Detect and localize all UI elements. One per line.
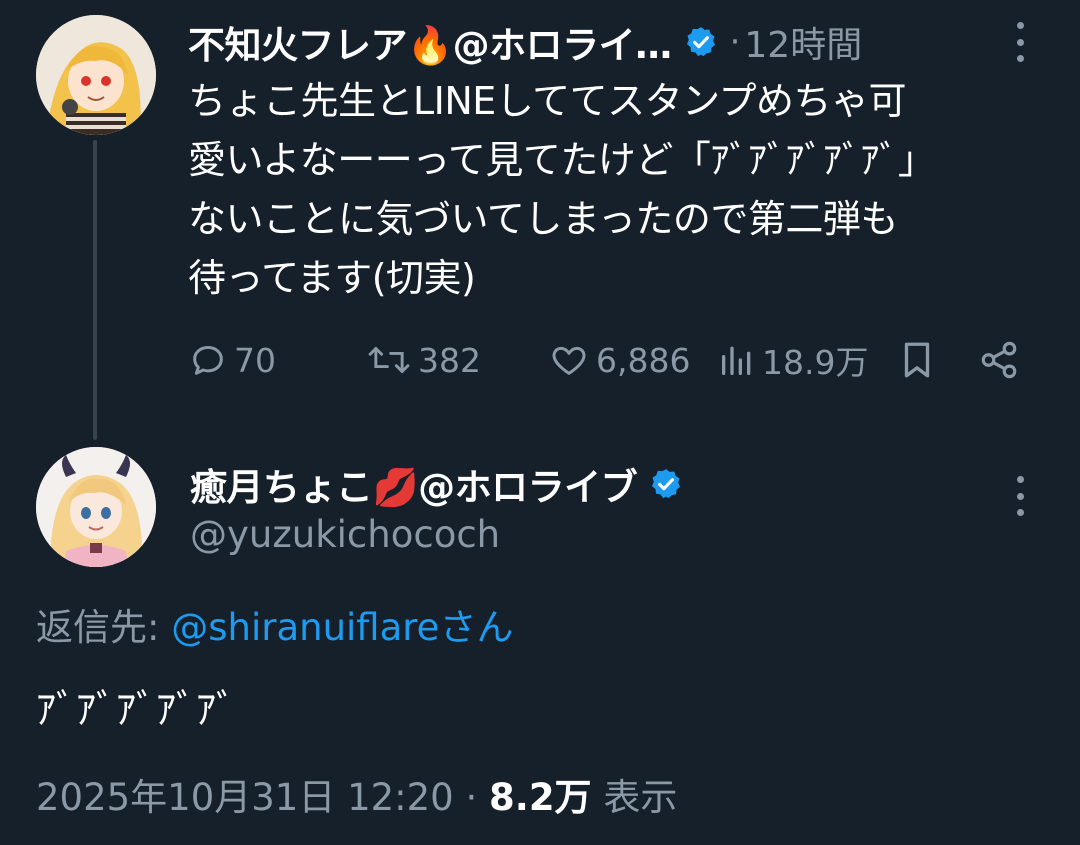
mention-link[interactable]: @shiranuiflare xyxy=(171,606,439,649)
repost-button[interactable]: 382 xyxy=(366,330,481,390)
views-icon xyxy=(718,340,756,380)
repost-icon xyxy=(366,340,412,380)
verified-badge-icon xyxy=(684,25,718,59)
view-label: 表示 xyxy=(591,776,678,819)
parent-tweet-text: ちょこ先生とLINEしててスタンプめちゃ可 愛いよなーーって見てたけど「ｱﾞｱﾞ… xyxy=(188,72,1038,308)
parent-tweet-header: 不知火フレア🔥@ホロライ… · 12時間 xyxy=(188,14,1008,70)
tweet-time[interactable]: 12時間 xyxy=(744,16,862,68)
like-count: 6,886 xyxy=(596,340,691,380)
choco-avatar-image xyxy=(36,447,156,567)
bookmark-button[interactable] xyxy=(898,330,936,390)
views-button[interactable]: 18.9万 xyxy=(718,330,868,390)
bookmark-icon xyxy=(898,339,936,381)
tweet-text-line: ないことに気づいてしまったので第二弾も xyxy=(188,197,898,241)
reply-display-name-row: 癒月ちょこ💋@ホロライブ xyxy=(190,456,683,512)
reply-button[interactable]: 70 xyxy=(188,330,276,390)
share-button[interactable] xyxy=(978,330,1020,390)
tweet-text-line: ちょこ先生とLINEしててスタンプめちゃ可 xyxy=(188,79,907,123)
display-name[interactable]: 癒月ちょこ💋@ホロライブ xyxy=(190,457,638,511)
reply-tweet-text: ｱﾞｱﾞｱﾞｱﾞｱﾞ xyxy=(36,687,236,733)
more-options-icon[interactable] xyxy=(1014,22,1026,62)
repost-count: 382 xyxy=(418,340,481,380)
tweet-meta: 2025年10月31日 12:20 · 8.2万 表示 xyxy=(36,770,677,826)
like-icon xyxy=(548,340,590,380)
reply-to-line: 返信先: @shiranuiflareさん xyxy=(36,600,513,656)
share-icon xyxy=(978,339,1020,381)
tweet-thread: 不知火フレア🔥@ホロライ… · 12時間 ちょこ先生とLINEしててスタンプめち… xyxy=(0,0,1080,845)
views-count: 18.9万 xyxy=(762,343,869,382)
verified-badge-icon xyxy=(649,467,683,501)
user-handle[interactable]: @yuzukichococh xyxy=(190,510,500,560)
timestamp[interactable]: 2025年10月31日 12:20 xyxy=(36,776,454,819)
tweet-text-line: 待ってます(切実) xyxy=(188,256,476,300)
reply-icon xyxy=(188,340,228,380)
flare-avatar-image xyxy=(36,15,156,135)
display-name[interactable]: 不知火フレア🔥@ホロライ… xyxy=(188,15,672,69)
avatar[interactable] xyxy=(36,15,156,135)
avatar[interactable] xyxy=(36,447,156,567)
tweet-actions-bar: 70 382 6,886 18.9万 xyxy=(0,330,1080,390)
reply-count: 70 xyxy=(234,340,276,380)
reply-to-suffix: さん xyxy=(439,606,514,649)
like-button[interactable]: 6,886 xyxy=(548,330,690,390)
more-options-icon[interactable] xyxy=(1014,476,1026,516)
thread-connector xyxy=(93,140,97,440)
reply-to-label: 返信先: xyxy=(36,606,172,649)
view-count[interactable]: 8.2万 xyxy=(489,776,592,819)
tweet-text-line: 愛いよなーーって見てたけど「ｱﾞｱﾞｱﾞｱﾞｱﾞ」 xyxy=(188,138,936,182)
separator-dot: · xyxy=(453,776,490,819)
separator-dot: · xyxy=(729,22,741,62)
